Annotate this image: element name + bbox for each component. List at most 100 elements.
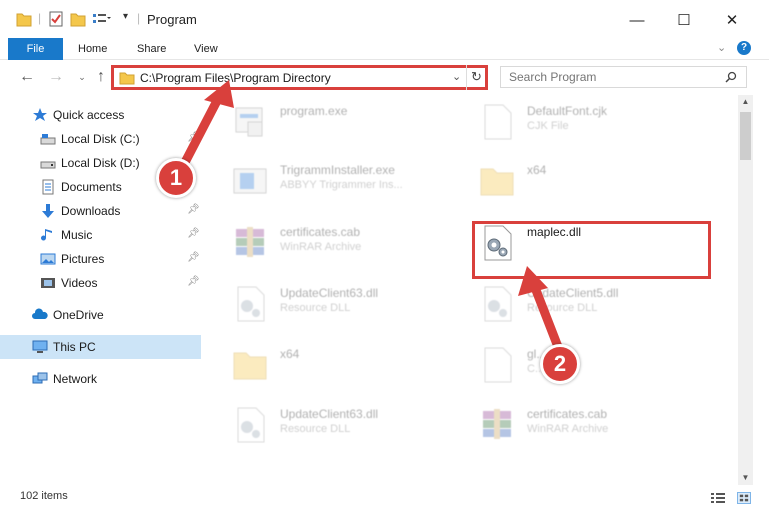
item-count: 102 items	[20, 490, 68, 502]
pin-icon: 📌︎	[187, 132, 200, 143]
callout-2: 2	[540, 344, 580, 384]
tab-file[interactable]: File	[8, 38, 63, 60]
scroll-down-icon[interactable]: ▼	[738, 473, 753, 482]
list-item[interactable]: x64	[477, 157, 707, 207]
cloud-icon	[32, 308, 48, 319]
list-item[interactable]: program.exe	[230, 98, 460, 148]
bottom-strip	[0, 508, 769, 528]
address-dropdown-icon[interactable]: ⌄	[452, 70, 461, 83]
list-item[interactable]: gl... C...	[477, 341, 707, 391]
sidebar-item-label: Videos	[61, 276, 98, 290]
file-type: Resource DLL	[280, 302, 351, 314]
file-name: UpdateClient5.dll	[527, 286, 619, 300]
maximize-icon: ☐	[677, 12, 691, 29]
minimize-icon: —	[629, 11, 645, 29]
download-arrow-icon	[42, 204, 54, 218]
tab-home[interactable]: Home	[66, 38, 119, 60]
dll-gear-icon	[237, 286, 265, 322]
folder-icon	[480, 168, 514, 196]
file-type: WinRAR Archive	[280, 241, 362, 253]
folder-icon	[233, 352, 267, 380]
up-arrow-icon[interactable]: ↑	[92, 68, 110, 86]
search-icon[interactable]	[725, 71, 737, 83]
sidebar-item-label: Downloads	[61, 204, 121, 218]
sidebar-item-label: Network	[53, 372, 98, 386]
list-item[interactable]: UpdateClient63.dll Resource DLL	[230, 280, 460, 330]
expand-ribbon-icon[interactable]: ⌄	[717, 41, 726, 54]
sidebar-item-label: This PC	[53, 340, 96, 354]
list-item[interactable]: TrigrammInstaller.exe ABBYY Trigrammer I…	[230, 157, 460, 207]
ribbon-tabs: File Home Share View ⌄ ?	[0, 38, 769, 60]
folder-icon[interactable]	[16, 10, 32, 28]
customize-toolbar-icon[interactable]	[92, 10, 112, 28]
recent-locations-icon[interactable]: ⌄	[73, 72, 91, 83]
file-list: program.exe DefaultFont.cjk CJK File Tri…	[202, 95, 737, 485]
sidebar-item-videos[interactable]: Videos 📌︎	[0, 271, 201, 295]
file-type: WinRAR Archive	[527, 423, 609, 435]
sidebar-item-label: Local Disk (C:)	[61, 132, 140, 146]
scroll-thumb[interactable]	[740, 112, 751, 160]
exe-icon	[235, 107, 263, 137]
dll-gear-icon	[484, 286, 512, 322]
new-folder-icon[interactable]	[70, 10, 86, 28]
sidebar-item-music[interactable]: Music 📌︎	[0, 223, 201, 247]
navigation-pane: Quick access Local Disk (C:) 📌︎ Local Di…	[0, 98, 202, 484]
sidebar-item-label: Pictures	[61, 252, 105, 266]
sidebar-item-local-disk-c[interactable]: Local Disk (C:) 📌︎	[0, 127, 201, 151]
close-button[interactable]: ✕	[709, 6, 755, 34]
file-name: UpdateClient63.dll	[280, 286, 379, 300]
installer-icon	[233, 168, 267, 194]
sidebar-item-label: OneDrive	[53, 308, 104, 322]
sidebar-item-pictures[interactable]: Pictures 📌︎	[0, 247, 201, 271]
list-item[interactable]: x64	[230, 341, 460, 391]
sidebar-item-quick-access[interactable]: Quick access	[0, 103, 201, 127]
separator: |	[38, 11, 42, 25]
sidebar-item-this-pc[interactable]: This PC	[0, 335, 201, 359]
pin-icon: 📌︎	[187, 252, 200, 263]
title-bar: | ▾ | Program — ☐ ✕	[0, 0, 769, 38]
address-bar[interactable]: C:\Program Files\Program Directory ⌄ ↻	[111, 65, 488, 90]
pin-icon: 📌︎	[187, 276, 200, 287]
help-icon[interactable]: ?	[737, 41, 751, 55]
large-icons-view-icon[interactable]	[737, 492, 751, 504]
file-name: DefaultFont.cjk	[527, 104, 608, 118]
folder-icon	[119, 72, 135, 85]
list-item[interactable]: UpdateClient5.dll Resource DLL	[477, 280, 707, 330]
file-name: program.exe	[280, 104, 348, 118]
divider	[466, 65, 467, 90]
sidebar-item-label: Documents	[61, 180, 122, 194]
music-note-icon	[41, 229, 52, 241]
refresh-icon[interactable]: ↻	[471, 69, 482, 85]
dll-gear-icon	[237, 407, 265, 443]
scroll-up-icon[interactable]: ▲	[738, 97, 753, 106]
file-name: x64	[527, 163, 547, 177]
quick-access-dropdown-icon[interactable]: ▾	[123, 11, 128, 29]
file-name: x64	[280, 347, 300, 361]
search-input[interactable]	[501, 67, 711, 87]
sidebar-item-onedrive[interactable]: OneDrive	[0, 303, 201, 327]
forward-arrow-icon[interactable]: →	[47, 68, 65, 86]
vertical-scrollbar[interactable]: ▲ ▼	[738, 95, 753, 485]
file-name: UpdateClient63.dll	[280, 407, 379, 421]
drive-icon	[40, 161, 56, 169]
back-arrow-icon[interactable]: ←	[18, 68, 36, 86]
close-icon: ✕	[725, 12, 739, 29]
list-item[interactable]: DefaultFont.cjk CJK File	[477, 98, 707, 148]
maximize-button[interactable]: ☐	[661, 6, 707, 34]
search-box[interactable]	[500, 66, 747, 88]
properties-icon[interactable]	[48, 10, 64, 28]
list-item[interactable]: UpdateClient63.dll Resource DLL	[230, 401, 460, 451]
sidebar-item-network[interactable]: Network	[0, 367, 201, 391]
pictures-icon	[40, 253, 56, 265]
sidebar-item-label: Local Disk (D:)	[61, 156, 140, 170]
documents-icon	[42, 179, 54, 195]
tab-share[interactable]: Share	[125, 38, 178, 60]
pin-icon: 📌︎	[187, 204, 200, 215]
list-item[interactable]: certificates.cab WinRAR Archive	[230, 219, 460, 269]
minimize-button[interactable]: —	[614, 6, 660, 34]
details-view-icon[interactable]	[711, 492, 725, 504]
file-type: Resource DLL	[527, 302, 598, 314]
list-item[interactable]: certificates.cab WinRAR Archive	[477, 401, 707, 451]
tab-view[interactable]: View	[182, 38, 230, 60]
sidebar-item-downloads[interactable]: Downloads 📌︎	[0, 199, 201, 223]
